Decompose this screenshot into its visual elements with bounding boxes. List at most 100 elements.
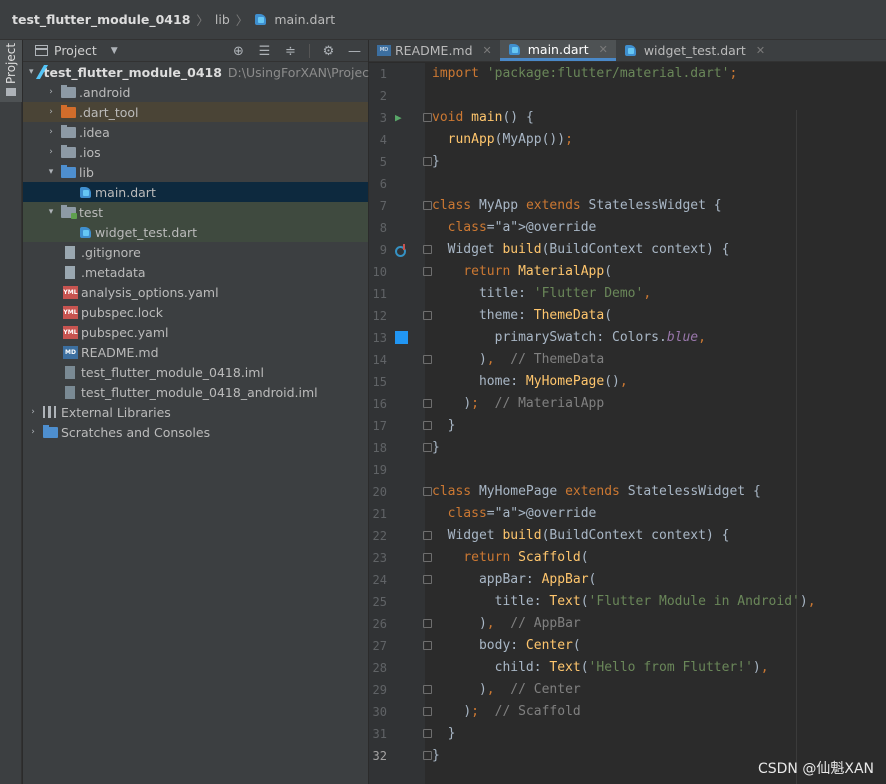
close-icon[interactable]: ✕ — [599, 43, 608, 56]
code-line[interactable]: 9 Widget build(BuildContext context) { — [369, 239, 886, 261]
tree-row-dart-tool[interactable]: › .dart_tool — [23, 102, 368, 122]
fold-marker-icon[interactable] — [423, 531, 432, 540]
tree-row-pubspec-yaml[interactable]: YML pubspec.yaml — [23, 322, 368, 342]
tree-row-pubspec-lock[interactable]: YML pubspec.lock — [23, 302, 368, 322]
fold-marker-icon[interactable] — [423, 443, 432, 452]
code-line[interactable]: 31 } — [369, 723, 886, 745]
tree-row-project-root[interactable]: ▾ test_flutter_module_0418 D:\UsingForXA… — [23, 62, 380, 82]
fold-marker-icon[interactable] — [423, 113, 432, 122]
color-swatch-icon[interactable] — [395, 331, 408, 344]
gear-icon[interactable]: ⚙ — [321, 44, 336, 59]
chevron-right-icon[interactable]: › — [45, 87, 57, 97]
code-line[interactable]: 27 body: Center( — [369, 635, 886, 657]
fold-marker-icon[interactable] — [423, 311, 432, 320]
chevron-right-icon[interactable]: › — [45, 147, 57, 157]
chevron-right-icon[interactable]: › — [27, 407, 39, 417]
tree-row-idea[interactable]: › .idea — [23, 122, 368, 142]
override-icon[interactable] — [395, 244, 407, 257]
code-line[interactable]: 14 ), // ThemeData — [369, 349, 886, 371]
tree-label: .metadata — [81, 264, 146, 280]
close-icon[interactable]: ✕ — [756, 44, 765, 57]
tree-row-test[interactable]: ▾ test — [23, 202, 368, 222]
code-line[interactable]: 18} — [369, 437, 886, 459]
tree-row-metadata[interactable]: .metadata — [23, 262, 368, 282]
code-line[interactable]: 16 ); // MaterialApp — [369, 393, 886, 415]
fold-marker-icon[interactable] — [423, 575, 432, 584]
chevron-right-icon[interactable]: › — [45, 127, 57, 137]
code-line[interactable]: 2 — [369, 85, 886, 107]
fold-marker-icon[interactable] — [423, 421, 432, 430]
tree-row-readme[interactable]: MD README.md — [23, 342, 368, 362]
fold-marker-icon[interactable] — [423, 267, 432, 276]
code-line[interactable]: 19 — [369, 459, 886, 481]
collapse-all-icon[interactable]: ≑ — [283, 44, 298, 59]
chevron-down-icon[interactable]: ▾ — [45, 207, 57, 217]
tree-row-lib[interactable]: ▾ lib — [23, 162, 368, 182]
chevron-down-icon[interactable]: ▾ — [45, 167, 57, 177]
tab-main-dart[interactable]: main.dart ✕ — [499, 40, 616, 61]
code-line[interactable]: 24 appBar: AppBar( — [369, 569, 886, 591]
fold-marker-icon[interactable] — [423, 553, 432, 562]
tree-row-ios[interactable]: › .ios — [23, 142, 368, 162]
code-line[interactable]: 25 title: Text('Flutter Module in Androi… — [369, 591, 886, 613]
chevron-right-icon[interactable]: › — [45, 107, 57, 117]
fold-marker-icon[interactable] — [423, 399, 432, 408]
tree-row-android-iml[interactable]: test_flutter_module_0418_android.iml — [23, 382, 368, 402]
code-line[interactable]: 1 import 'package:flutter/material.dart'; — [369, 63, 886, 85]
chevron-down-icon[interactable]: ▼ — [111, 46, 118, 56]
breadcrumb-project[interactable]: test_flutter_module_0418 — [12, 12, 190, 27]
code-line[interactable]: 30 ); // Scaffold — [369, 701, 886, 723]
chevron-right-icon[interactable]: › — [27, 427, 39, 437]
run-icon[interactable]: ▶ — [395, 107, 407, 124]
code-line[interactable]: 8 class="a">@override — [369, 217, 886, 239]
code-line[interactable]: 15 home: MyHomePage(), — [369, 371, 886, 393]
expand-all-icon[interactable]: ☰ — [257, 44, 272, 59]
chevron-down-icon[interactable]: ▾ — [29, 67, 34, 77]
tree-row-main-dart[interactable]: main.dart — [23, 182, 368, 202]
code-line[interactable]: 26 ), // AppBar — [369, 613, 886, 635]
minimize-icon[interactable]: — — [347, 44, 362, 59]
fold-marker-icon[interactable] — [423, 245, 432, 254]
breadcrumb-file[interactable]: main.dart — [274, 12, 335, 27]
tab-widget-test[interactable]: widget_test.dart ✕ — [616, 40, 773, 61]
code-line[interactable]: 4 runApp(MyApp()); — [369, 129, 886, 151]
tab-readme[interactable]: MD README.md ✕ — [369, 40, 500, 61]
code-line[interactable]: 3 ▶ void main() { — [369, 107, 886, 129]
project-view-selector[interactable]: Project — [54, 43, 97, 58]
fold-marker-icon[interactable] — [423, 487, 432, 496]
code-line[interactable]: 13 primarySwatch: Colors.blue, — [369, 327, 886, 349]
close-icon[interactable]: ✕ — [483, 44, 492, 57]
code-line[interactable]: 12 theme: ThemeData( — [369, 305, 886, 327]
code-line[interactable]: 20 class MyHomePage extends StatelessWidg… — [369, 481, 886, 503]
tree-row-module-iml[interactable]: test_flutter_module_0418.iml — [23, 362, 368, 382]
fold-marker-icon[interactable] — [423, 619, 432, 628]
locate-icon[interactable]: ⊕ — [231, 44, 246, 59]
code-line[interactable]: 7 class MyApp extends StatelessWidget { — [369, 195, 886, 217]
tree-row-external-libraries[interactable]: › External Libraries — [23, 402, 368, 422]
fold-marker-icon[interactable] — [423, 707, 432, 716]
code-line[interactable]: 29 ), // Center — [369, 679, 886, 701]
tree-row-gitignore[interactable]: .gitignore — [23, 242, 368, 262]
code-line[interactable]: 6 — [369, 173, 886, 195]
code-line[interactable]: 17 } — [369, 415, 886, 437]
code-line[interactable]: 21 class="a">@override — [369, 503, 886, 525]
code-line[interactable]: 22 Widget build(BuildContext context) { — [369, 525, 886, 547]
fold-marker-icon[interactable] — [423, 157, 432, 166]
tree-row-scratches[interactable]: › Scratches and Consoles — [23, 422, 368, 442]
tree-row-widget-test[interactable]: widget_test.dart — [23, 222, 368, 242]
code-line[interactable]: 5} — [369, 151, 886, 173]
code-line[interactable]: 28 child: Text('Hello from Flutter!'), — [369, 657, 886, 679]
code-line[interactable]: 10 return MaterialApp( — [369, 261, 886, 283]
fold-marker-icon[interactable] — [423, 751, 432, 760]
fold-marker-icon[interactable] — [423, 685, 432, 694]
fold-marker-icon[interactable] — [423, 201, 432, 210]
tree-row-android[interactable]: › .android — [23, 82, 368, 102]
tree-row-analysis-options[interactable]: YML analysis_options.yaml — [23, 282, 368, 302]
fold-marker-icon[interactable] — [423, 355, 432, 364]
code-line[interactable]: 23 return Scaffold( — [369, 547, 886, 569]
project-tool-tab[interactable]: Project — [0, 40, 22, 102]
breadcrumb-folder[interactable]: lib — [215, 12, 230, 27]
fold-marker-icon[interactable] — [423, 641, 432, 650]
fold-marker-icon[interactable] — [423, 729, 432, 738]
code-line[interactable]: 11 title: 'Flutter Demo', — [369, 283, 886, 305]
